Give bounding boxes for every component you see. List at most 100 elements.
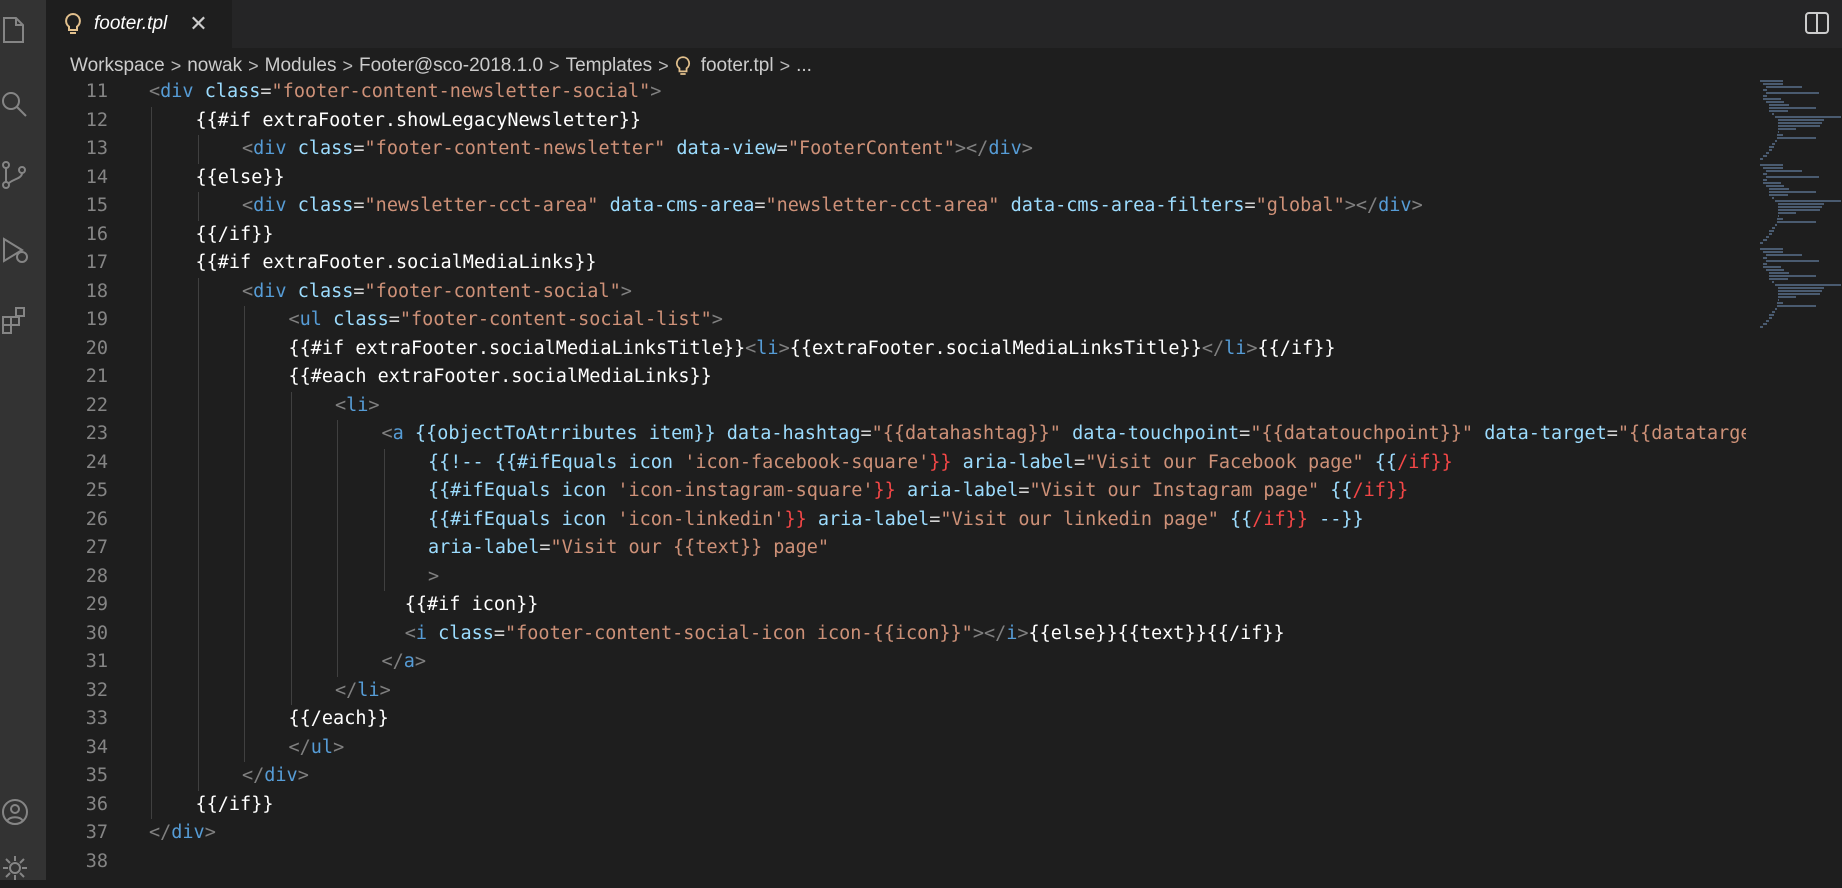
code-line[interactable]: 31 </a>	[46, 648, 1746, 677]
minimap-line	[1778, 206, 1822, 208]
code-token: >	[1021, 138, 1033, 159]
code-token: {{/if}}	[195, 223, 274, 245]
indent-guide	[290, 534, 292, 563]
minimap-line	[1763, 155, 1767, 157]
code-token: <	[745, 337, 757, 359]
minimap-line	[1766, 86, 1802, 88]
files-icon[interactable]	[0, 10, 30, 50]
indent-guide	[151, 334, 152, 363]
code-token: =	[776, 138, 788, 159]
code-line[interactable]: 14 {{else}}	[46, 163, 1746, 192]
code-line[interactable]: 33 {{/each}}	[46, 705, 1746, 734]
settings-gear-icon[interactable]	[0, 848, 30, 888]
minimap-line	[1763, 266, 1781, 268]
breadcrumb-item-modules[interactable]: Modules	[265, 55, 337, 77]
indent-guide	[197, 334, 199, 363]
code-token: "newsletter-cct-area"	[364, 195, 599, 216]
code-line[interactable]: 37 </div>	[46, 819, 1746, 848]
code-token: "footer-content-social"	[364, 280, 621, 302]
tab-footer-tpl[interactable]: footer.tpl ✕	[46, 0, 232, 48]
code-line[interactable]: 32 </li>	[46, 676, 1746, 705]
breadcrumb-item-footer-module[interactable]: Footer@sco-2018.1.0	[359, 55, 543, 77]
code-line[interactable]: 34 </ul>	[46, 733, 1746, 762]
indent-guide	[244, 619, 245, 648]
code-token: </	[381, 651, 404, 672]
code-line[interactable]: 24 {{!-- {{#ifEquals icon 'icon-facebook-…	[46, 448, 1746, 477]
indent-guide	[151, 391, 152, 420]
code-line[interactable]: 29 {{#if icon}}	[46, 591, 1746, 620]
indent-guide	[244, 477, 245, 506]
account-icon[interactable]	[0, 792, 30, 832]
code-line[interactable]: 23 <a {{objectToAtrributes item}} data-ha…	[46, 420, 1746, 449]
line-number: 28	[85, 565, 108, 587]
code-editor[interactable]: 11 <div class="footer-content-newsletter-…	[46, 78, 1746, 880]
indent-guide	[151, 534, 152, 563]
minimap-line	[1763, 83, 1783, 85]
code-line[interactable]: 25 {{#ifEquals icon 'icon-instagram-squar…	[46, 477, 1746, 506]
code-line[interactable]: 17 {{#if extraFooter.socialMediaLinks}}	[46, 249, 1746, 278]
code-line[interactable]: 30 <i class="footer-content-social-icon i…	[46, 619, 1746, 648]
indent-guide	[151, 591, 152, 620]
breadcrumb-item-symbols[interactable]: ...	[796, 55, 812, 77]
code-token: div	[253, 138, 287, 159]
indent-guide	[151, 676, 152, 705]
code-token: <	[288, 309, 300, 330]
code-line[interactable]: 26 {{#ifEquals icon 'icon-linkedin'}} ari…	[46, 505, 1746, 534]
code-line[interactable]: 20 {{#if extraFooter.socialMediaLinksTitl…	[46, 334, 1746, 363]
minimap-line	[1776, 305, 1816, 307]
split-editor-icon[interactable]	[1804, 11, 1830, 35]
indent-guide	[383, 448, 385, 477]
code-line[interactable]: 38	[46, 848, 1746, 877]
code-text: <div class="footer-content-newsletter" d…	[242, 135, 1033, 164]
code-token: {{#if extraFooter.socialMediaLinksTitle}…	[288, 337, 746, 359]
code-token: ul	[310, 736, 334, 758]
code-line[interactable]: 15 <div class="newsletter-cct-area" data-…	[46, 192, 1746, 221]
code-line[interactable]: 12 {{#if extraFooter.showLegacyNewsletter…	[46, 106, 1746, 135]
minimap-line	[1772, 281, 1774, 283]
line-number: 34	[85, 736, 108, 758]
minimap[interactable]	[1760, 80, 1842, 360]
code-line[interactable]: 22 <li>	[46, 391, 1746, 420]
code-line[interactable]: 28 >	[46, 562, 1746, 591]
code-line[interactable]: 19 <ul class="footer-content-social-list"…	[46, 306, 1746, 335]
search-icon[interactable]	[0, 85, 30, 125]
extensions-icon[interactable]	[0, 300, 30, 340]
code-token: "Visit our Facebook page"	[1085, 451, 1364, 473]
minimap-line	[1772, 227, 1775, 229]
run-debug-icon[interactable]	[0, 230, 30, 270]
code-line[interactable]: 13 <div class="footer-content-newsletter"…	[46, 135, 1746, 164]
source-control-icon[interactable]	[0, 155, 30, 195]
code-line[interactable]: 16 {{/if}}	[46, 220, 1746, 249]
line-number: 21	[85, 366, 108, 387]
code-line[interactable]: 35 </div>	[46, 762, 1746, 791]
close-icon[interactable]: ✕	[189, 11, 207, 37]
minimap-line	[1760, 164, 1783, 166]
code-line[interactable]: 21 {{#each extraFooter.socialMediaLinks}}	[46, 363, 1746, 392]
minimap-line	[1763, 323, 1767, 325]
minimap-line	[1769, 194, 1788, 196]
indent-guide	[337, 448, 338, 477]
breadcrumb-item-templates[interactable]: Templates	[566, 55, 653, 77]
code-text: <div class="footer-content-newsletter-so…	[149, 78, 661, 107]
code-line[interactable]: 27 aria-label="Visit our {{text}} page"	[46, 534, 1746, 563]
code-line[interactable]: 36 {{/if}}	[46, 790, 1746, 819]
code-line[interactable]: 11 <div class="footer-content-newsletter-…	[46, 78, 1746, 107]
code-token: >	[428, 565, 440, 587]
breadcrumb-item-workspace[interactable]: Workspace	[70, 55, 165, 77]
breadcrumb-item-file[interactable]: footer.tpl	[701, 55, 774, 77]
breadcrumb-item-nowak[interactable]: nowak	[187, 55, 242, 77]
code-token: li	[756, 337, 779, 359]
code-token: =	[1074, 451, 1086, 473]
code-token: div	[171, 822, 205, 843]
code-line[interactable]: 18 <div class="footer-content-social">	[46, 277, 1746, 306]
code-token: /if}}	[1352, 480, 1409, 501]
indent-guide	[244, 448, 245, 477]
line-number: 12	[85, 109, 108, 131]
indent-guide	[151, 420, 152, 449]
minimap-line	[1766, 170, 1802, 172]
